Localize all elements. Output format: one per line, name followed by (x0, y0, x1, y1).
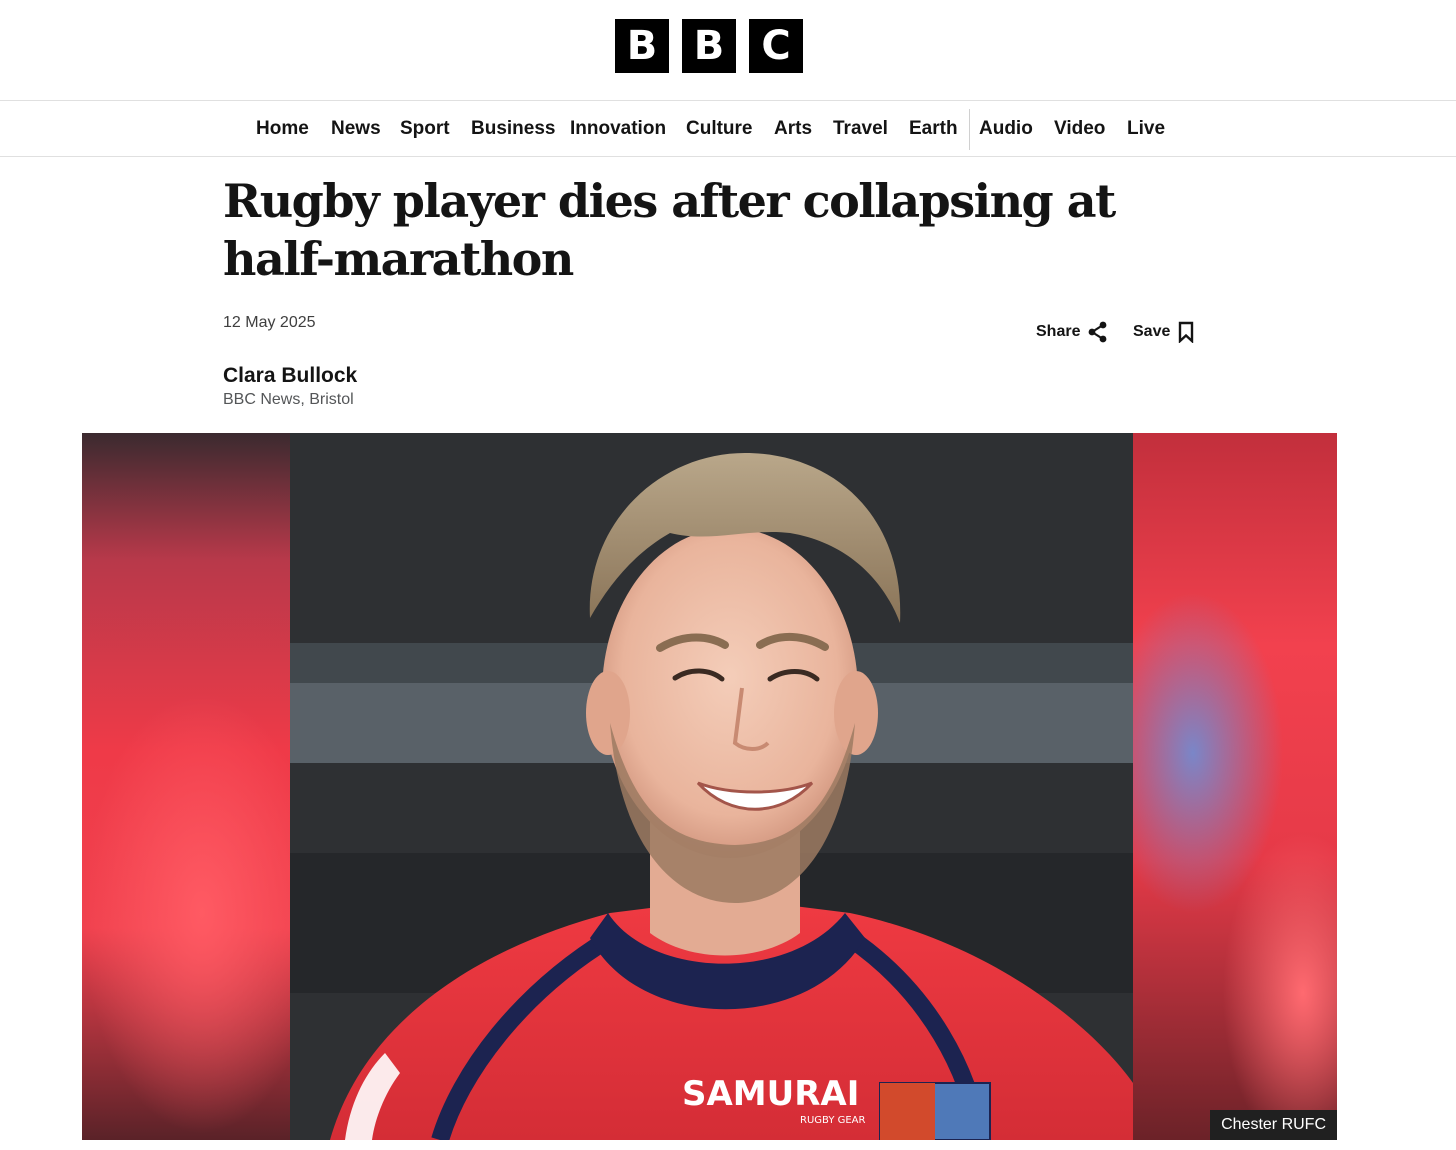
nav-item-innovation[interactable]: Innovation (570, 101, 666, 156)
nav-item-arts[interactable]: Arts (774, 101, 812, 156)
author-name[interactable]: Clara Bullock (223, 364, 357, 388)
logo-letter-b1: B (615, 19, 669, 73)
logo-letter-b2: B (682, 19, 736, 73)
player-photo: SAMURAI RUGBY GEAR (290, 433, 1133, 1140)
author-affiliation: BBC News, Bristol (223, 391, 354, 408)
lead-image: SAMURAI RUGBY GEAR Chester RUFC (82, 433, 1337, 1140)
share-icon (1089, 321, 1107, 343)
nav-item-video[interactable]: Video (1054, 101, 1105, 156)
shirt-sponsor: SAMURAI (682, 1074, 859, 1114)
image-blur-right (1133, 433, 1337, 1140)
bbc-logo[interactable]: B B C (615, 19, 803, 73)
nav-divider (969, 109, 970, 150)
share-button[interactable]: Share (1036, 320, 1108, 344)
main-nav: Home News Sport Business Innovation Cult… (0, 101, 1456, 156)
image-blur-left (82, 433, 290, 1140)
nav-item-home[interactable]: Home (256, 101, 309, 156)
nav-item-business[interactable]: Business (471, 101, 555, 156)
nav-item-travel[interactable]: Travel (833, 101, 888, 156)
share-label: Share (1036, 323, 1081, 340)
article-date: 12 May 2025 (223, 314, 316, 331)
bookmark-icon (1179, 321, 1194, 343)
nav-item-culture[interactable]: Culture (686, 101, 753, 156)
nav-item-sport[interactable]: Sport (400, 101, 450, 156)
save-button[interactable]: Save (1133, 320, 1194, 344)
logo-letter-c: C (749, 19, 803, 73)
nav-item-news[interactable]: News (331, 101, 381, 156)
image-caption: Chester RUFC (1210, 1110, 1337, 1140)
masthead: B B C (0, 0, 1456, 100)
player-illustration: SAMURAI RUGBY GEAR (290, 433, 1133, 1140)
nav-item-audio[interactable]: Audio (979, 101, 1033, 156)
nav-item-earth[interactable]: Earth (909, 101, 958, 156)
shirt-sponsor-sub: RUGBY GEAR (800, 1115, 866, 1126)
save-label: Save (1133, 323, 1171, 340)
nav-divider-bottom (0, 156, 1456, 157)
nav-item-live[interactable]: Live (1127, 101, 1165, 156)
article-headline: Rugby player dies after collapsing at ha… (223, 174, 1116, 286)
